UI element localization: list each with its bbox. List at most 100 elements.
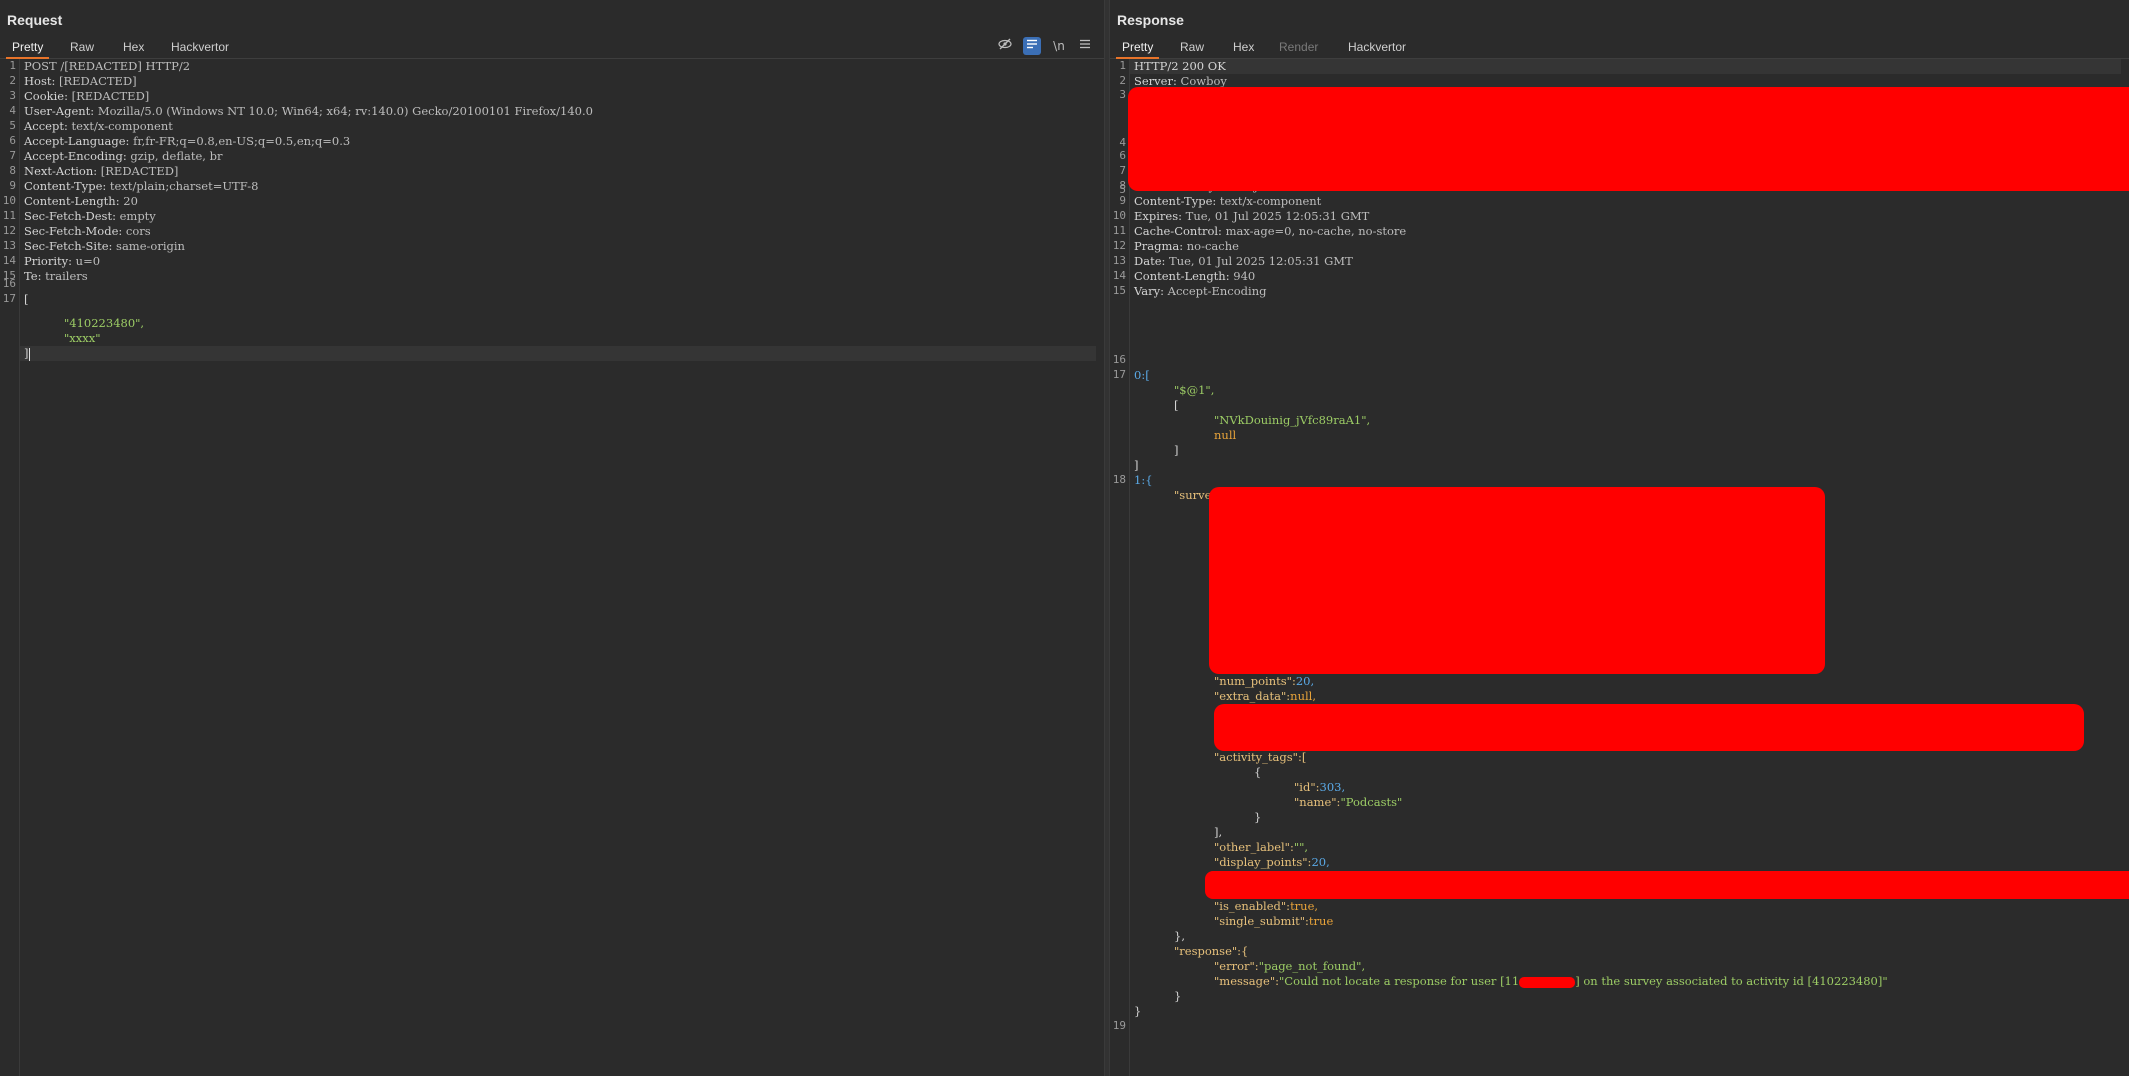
json-line: "id":303, [1294, 780, 1345, 795]
line-number: 16 [2, 277, 16, 290]
response-header-line: Expires: Tue, 01 Jul 2025 12:05:31 GMT [1134, 209, 1369, 224]
request-header-line: Content-Type: text/plain;charset=UTF-8 [24, 179, 258, 194]
eye-off-icon[interactable] [996, 37, 1014, 55]
body-item: "410223480", [64, 316, 145, 330]
json-line: "message":"Could not locate a response f… [1214, 974, 1888, 989]
line-number: 6 [1119, 149, 1126, 162]
line-number: 18 [1112, 473, 1126, 486]
response-pane: Response Pretty Raw Hex Render Hackverto… [1110, 0, 2129, 1076]
json-key: "num_points": [1214, 674, 1296, 688]
json-line: "error":"page_not_found", [1214, 959, 1365, 974]
header-value: u=0 [72, 254, 101, 268]
json-value: "", [1293, 840, 1309, 854]
request-header-line: Accept: text/x-component [24, 119, 173, 134]
tab-hex[interactable]: Hex [117, 37, 150, 57]
tab-hackvertor[interactable]: Hackvertor [1342, 37, 1412, 57]
header-name: Accept-Language: [24, 134, 130, 148]
header-value: text/x-component [1216, 194, 1322, 208]
line-number: 14 [1112, 269, 1126, 282]
header-name: Host: [24, 74, 56, 88]
line-number: 15 [1112, 284, 1126, 297]
menu-icon[interactable] [1076, 37, 1094, 55]
header-value: gzip, deflate, br [126, 149, 223, 163]
line-number: 16 [1112, 353, 1126, 366]
json-line: "name":"Podcasts" [1294, 795, 1402, 810]
json-value: ] on the survey associated to activity i… [1575, 974, 1888, 988]
request-title: Request [7, 12, 63, 28]
json-key: "message": [1214, 974, 1279, 988]
json-line: "is_enabled":true, [1214, 899, 1318, 914]
header-name: Accept-Encoding: [24, 149, 127, 163]
json-line: } [1254, 810, 1262, 824]
line-number: 3 [9, 89, 16, 102]
response-header-line: HTTP/2 200 OK [1134, 59, 1226, 74]
line-number: 8 [9, 164, 16, 177]
header-name: Cache-Control: [1134, 224, 1222, 238]
header-name: Sec-Fetch-Dest: [24, 209, 116, 223]
request-tabs: Pretty Raw Hex Hackvertor [0, 36, 1104, 59]
line-number: 19 [1112, 1019, 1126, 1032]
json-line: } [1174, 989, 1182, 1003]
header-name: Priority: [24, 254, 73, 268]
header-name: Sec-Fetch-Mode: [24, 224, 123, 238]
response-header-line: Vary: Accept-Encoding [1134, 284, 1266, 299]
json-value: 303, [1319, 780, 1346, 794]
header-name: HTTP/2 200 OK [1134, 59, 1226, 73]
newline-icon[interactable]: \n [1050, 37, 1068, 55]
request-header-line: User-Agent: Mozilla/5.0 (Windows NT 10.0… [24, 104, 593, 119]
json-line: "$@1", [1174, 383, 1215, 397]
tab-raw[interactable]: Raw [1174, 37, 1210, 57]
request-header-line: Cookie: [REDACTED] [24, 89, 149, 104]
request-pane: Request Pretty Raw Hex Hackvertor \n 1 PO… [0, 0, 1104, 1076]
wrap-icon[interactable] [1023, 37, 1041, 55]
request-header-line: Next-Action: [REDACTED] [24, 164, 178, 179]
tab-pretty[interactable]: Pretty [6, 37, 50, 59]
json-line: [ [1174, 398, 1179, 412]
header-name: Pragma: [1134, 239, 1184, 253]
response-header-line: Pragma: no-cache [1134, 239, 1239, 254]
header-value: fr,fr-FR;q=0.8,en-US;q=0.5,en;q=0.3 [129, 134, 351, 148]
json-value: "page_not_found", [1258, 959, 1366, 973]
json-key: "single_submit": [1214, 914, 1309, 928]
request-header-line: Priority: u=0 [24, 254, 100, 269]
json-line: "other_label":"", [1214, 840, 1308, 855]
tab-hackvertor[interactable]: Hackvertor [165, 37, 235, 57]
header-name: Cookie: [24, 89, 68, 103]
tab-pretty[interactable]: Pretty [1116, 37, 1160, 59]
json-line: } [1134, 1004, 1142, 1018]
json-key: "other_label": [1214, 840, 1294, 854]
header-name: Te: [24, 269, 42, 283]
line-number: 5 [9, 119, 16, 132]
header-value: text/plain;charset=UTF-8 [106, 179, 259, 193]
line-number: 11 [2, 209, 16, 222]
response-title: Response [1117, 12, 1184, 28]
json-line: ] [1134, 458, 1139, 472]
header-value: [REDACTED] [55, 74, 137, 88]
header-value: Mozilla/5.0 (Windows NT 10.0; Win64; x64… [94, 104, 593, 118]
line-number: 9 [9, 179, 16, 192]
header-value: [REDACTED] [67, 89, 150, 103]
request-header-line: Sec-Fetch-Mode: cors [24, 224, 151, 239]
response-editor[interactable]: 1HTTP/2 200 OK2Server: Cowboy6X-Action-R… [1110, 59, 2129, 1076]
line-number: 7 [1119, 164, 1126, 177]
line-number: 11 [1112, 224, 1126, 237]
json-line: { [1254, 765, 1262, 779]
line-number: 10 [2, 194, 16, 207]
header-value: Accept-Encoding [1163, 284, 1267, 298]
json-line: "single_submit":true [1214, 914, 1333, 929]
tab-hex[interactable]: Hex [1227, 37, 1260, 57]
header-value: max-age=0, no-cache, no-store [1221, 224, 1407, 238]
header-name: Server: [1134, 74, 1177, 88]
line-number: 5 [1119, 183, 1126, 196]
tab-raw[interactable]: Raw [64, 37, 100, 57]
header-value: POST /[REDACTED] HTTP/2 [24, 59, 191, 73]
json-line: "num_points":20, [1214, 674, 1314, 689]
header-value: no-cache [1183, 239, 1239, 253]
line-number: 14 [2, 254, 16, 267]
header-value: cors [122, 224, 151, 238]
json-line: null [1214, 428, 1237, 442]
response-header-line: Content-Length: 940 [1134, 269, 1255, 284]
request-editor[interactable]: 1 POST /[REDACTED] HTTP/2 2 Host: [REDACTED… [0, 59, 1104, 1076]
header-name: Content-Length: [1134, 269, 1230, 283]
header-value: trailers [41, 269, 88, 283]
